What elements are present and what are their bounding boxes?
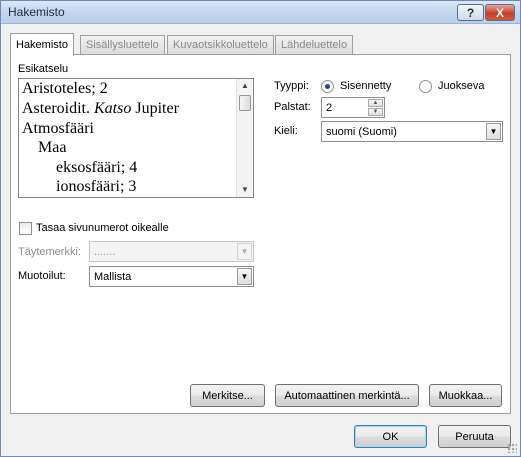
mark-entry-button[interactable]: Merkitse...: [190, 384, 265, 407]
help-button[interactable]: ?: [457, 4, 484, 21]
scroll-thumb[interactable]: [239, 95, 251, 111]
preview-line: Maa: [38, 139, 67, 156]
cancel-label: Peruuta: [455, 430, 494, 443]
preview-line: Asteroidit. Katso Jupiter: [22, 100, 179, 117]
language-label: Kieli:: [274, 125, 298, 137]
formats-value: Mallista: [94, 270, 132, 283]
title-bar: Hakemisto ? X: [1, 1, 520, 24]
tab-label: Hakemisto: [16, 39, 68, 51]
tab-index[interactable]: Hakemisto: [10, 33, 74, 56]
modify-button[interactable]: Muokkaa...: [429, 384, 502, 407]
preview-line: ionosfääri; 3: [56, 178, 137, 195]
tab-label: Lähdeluettelo: [281, 39, 348, 51]
spin-up-icon[interactable]: ▲: [368, 99, 383, 107]
preview-label: Esikatselu: [18, 63, 69, 75]
close-icon: X: [495, 5, 504, 20]
resize-grip-icon[interactable]: [507, 443, 517, 453]
chevron-down-icon[interactable]: ▼: [237, 243, 252, 260]
preview-box: Aristoteles; 2 Asteroidit. Katso Jupiter…: [18, 78, 254, 198]
radio-run-in-label[interactable]: Juokseva: [438, 80, 484, 92]
tab-leader-value: .......: [94, 245, 116, 258]
cancel-button[interactable]: Peruuta: [438, 425, 511, 448]
tab-leader-label: Täytemerkki:: [18, 246, 81, 258]
tab-table-of-contents[interactable]: Sisällysluettelo: [80, 35, 165, 54]
radio-indented[interactable]: [321, 80, 334, 93]
language-dropdown[interactable]: suomi (Suomi) ▼: [321, 121, 503, 142]
ok-button[interactable]: OK: [354, 425, 427, 448]
tab-label: Sisällysluettelo: [86, 39, 159, 51]
close-button[interactable]: X: [485, 4, 515, 21]
tab-leader-dropdown[interactable]: ....... ▼: [89, 241, 254, 262]
ok-label: OK: [382, 430, 399, 443]
language-value: suomi (Suomi): [326, 125, 397, 138]
radio-indented-label[interactable]: Sisennetty: [340, 80, 391, 92]
tab-bibliography[interactable]: Lähdeluettelo: [275, 35, 354, 54]
preview-line: Aristoteles; 2: [22, 80, 108, 97]
mark-entry-label: Merkitse...: [202, 389, 253, 402]
modify-label: Muokkaa...: [438, 389, 493, 402]
chevron-down-icon[interactable]: ▼: [486, 123, 501, 140]
automark-label: Automaattinen merkintä...: [284, 389, 410, 402]
preview-line: eksosfääri; 4: [56, 159, 138, 176]
columns-value[interactable]: 2: [326, 102, 332, 114]
formats-dropdown[interactable]: Mallista ▼: [89, 266, 254, 287]
columns-label: Palstat:: [274, 101, 311, 113]
tab-table-of-figures[interactable]: Kuvaotsikkoluettelo: [167, 35, 274, 54]
chevron-down-icon[interactable]: ▼: [237, 268, 252, 285]
automark-button[interactable]: Automaattinen merkintä...: [275, 384, 419, 407]
scroll-up-icon[interactable]: ▲: [237, 79, 253, 93]
index-dialog: Hakemisto ? X Hakemisto Sisällysluettelo…: [0, 0, 521, 457]
scroll-down-icon[interactable]: ▼: [237, 183, 253, 197]
tab-label: Kuvaotsikkoluettelo: [173, 39, 268, 51]
radio-run-in[interactable]: [419, 80, 432, 93]
preview-scrollbar[interactable]: ▲ ▼: [236, 79, 253, 197]
spin-down-icon[interactable]: ▼: [368, 108, 383, 116]
columns-spinner[interactable]: 2 ▲ ▼: [321, 97, 385, 118]
question-mark-icon: ?: [466, 5, 475, 20]
type-label: Tyyppi:: [274, 80, 309, 92]
window-title: Hakemisto: [8, 5, 65, 19]
preview-line: Atmosfääri: [22, 120, 94, 137]
formats-label: Muotoilut:: [18, 270, 66, 282]
align-right-label[interactable]: Tasaa sivunumerot oikealle: [36, 222, 169, 234]
align-right-checkbox[interactable]: [19, 222, 32, 235]
